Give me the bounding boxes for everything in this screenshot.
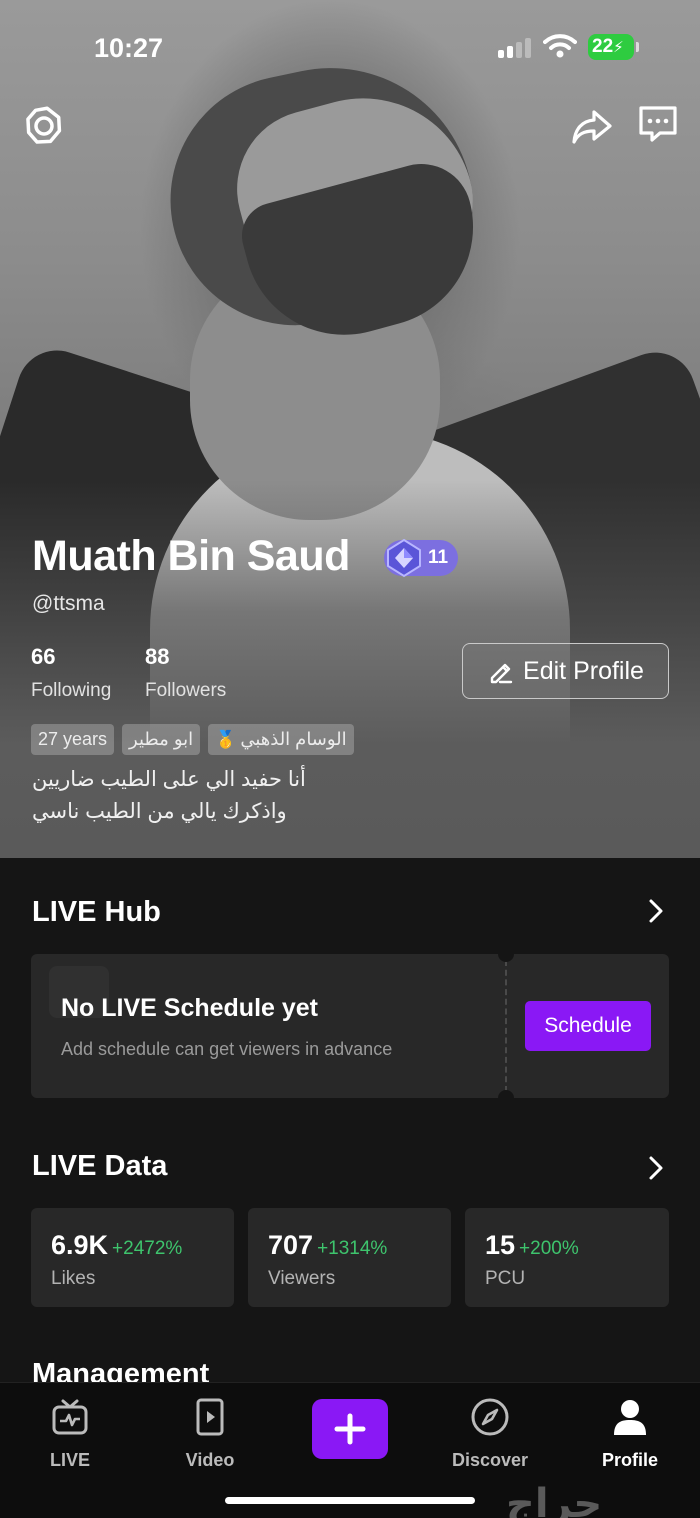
- schedule-empty-title: No LIVE Schedule yet: [61, 994, 319, 1022]
- likes-card[interactable]: 6.9K +2472% Likes: [31, 1208, 234, 1307]
- viewers-label: Viewers: [268, 1268, 336, 1289]
- wifi-icon: [543, 34, 577, 58]
- level-number: 11: [428, 547, 449, 568]
- status-bar: 10:27 22⚡: [0, 0, 700, 90]
- level-gem-icon: [387, 538, 421, 578]
- nickname-tag: ابو مطير: [122, 724, 201, 755]
- followers-stat[interactable]: 88 Followers: [145, 644, 226, 702]
- likes-change: +2472%: [112, 1238, 183, 1259]
- schedule-button[interactable]: Schedule: [525, 1001, 651, 1051]
- signal-icon: [498, 38, 534, 58]
- live-icon: [52, 1399, 88, 1435]
- following-count: 66: [31, 644, 56, 669]
- chevron-right-icon[interactable]: [648, 898, 664, 924]
- schedule-empty-subtitle: Add schedule can get viewers in advance: [61, 1039, 393, 1059]
- medal-tag: 🥇 الوسام الذهبي: [208, 724, 354, 755]
- bio-line: أنا حفيد الي على الطيب ضاريين: [32, 768, 306, 791]
- likes-value: 6.9K: [51, 1230, 109, 1260]
- following-label: Following: [31, 680, 112, 701]
- ticket-divider: [505, 960, 507, 1092]
- ticket-notch: [498, 1090, 514, 1098]
- edit-profile-label: Edit Profile: [523, 656, 644, 685]
- haraj-watermark: حراج: [506, 1482, 603, 1518]
- home-indicator: [225, 1497, 475, 1504]
- followers-label: Followers: [145, 680, 227, 701]
- share-icon[interactable]: [570, 104, 614, 148]
- message-icon[interactable]: [636, 102, 680, 146]
- live-data-title[interactable]: LIVE Data: [32, 1150, 167, 1183]
- pcu-label: PCU: [485, 1268, 526, 1289]
- profile-name: Muath Bin Saud: [32, 532, 350, 580]
- profile-bio: أنا حفيد الي على الطيب ضاريين واذكرك يال…: [32, 764, 306, 828]
- likes-label: Likes: [51, 1268, 96, 1289]
- age-tag: 27 years: [31, 724, 115, 755]
- tab-profile-label: Profile: [601, 1450, 658, 1470]
- tab-video[interactable]: Video: [160, 1397, 260, 1471]
- tab-live[interactable]: LIVE: [20, 1397, 120, 1471]
- video-icon: [196, 1398, 224, 1436]
- followers-count: 88: [145, 644, 170, 669]
- tab-discover-label: Discover: [451, 1450, 529, 1470]
- bio-line: واذكرك يالي من الطيب ناسي: [32, 800, 287, 823]
- pcu-value: 15: [485, 1230, 516, 1260]
- live-schedule-card: No LIVE Schedule yet Add schedule can ge…: [31, 954, 669, 1098]
- bottom-tab-bar: LIVE Video Discover Profile حراج: [0, 1382, 700, 1518]
- viewers-change: +1314%: [317, 1238, 388, 1259]
- pcu-card[interactable]: 15 +200% PCU: [465, 1208, 669, 1307]
- compass-icon: [471, 1398, 509, 1436]
- viewers-value: 707: [268, 1230, 314, 1260]
- profile-handle: @ttsma: [32, 592, 105, 615]
- profile-icon: [614, 1400, 646, 1435]
- level-badge[interactable]: 11: [384, 538, 458, 578]
- edit-profile-button[interactable]: Edit Profile: [462, 643, 669, 699]
- status-time: 10:27: [94, 33, 164, 63]
- profile-tags: 27 years ابو مطير 🥇 الوسام الذهبي: [31, 724, 354, 755]
- plus-icon: [334, 1413, 366, 1445]
- medal-icon: 🥇: [215, 730, 237, 749]
- create-button[interactable]: [312, 1399, 388, 1459]
- chevron-right-icon[interactable]: [648, 1155, 664, 1181]
- viewers-card[interactable]: 707 +1314% Viewers: [248, 1208, 451, 1307]
- live-hub-title[interactable]: LIVE Hub: [32, 896, 161, 929]
- tab-profile[interactable]: Profile: [580, 1397, 680, 1471]
- edit-icon: [490, 663, 513, 684]
- tab-discover[interactable]: Discover: [440, 1397, 540, 1471]
- battery-cap: [636, 42, 639, 52]
- settings-icon[interactable]: [22, 104, 66, 148]
- battery-indicator: 22⚡: [588, 34, 634, 60]
- tab-live-label: LIVE: [49, 1450, 90, 1470]
- pcu-change: +200%: [519, 1238, 579, 1259]
- tab-video-label: Video: [185, 1450, 235, 1470]
- ticket-notch: [498, 954, 514, 962]
- following-stat[interactable]: 66 Following: [31, 644, 111, 702]
